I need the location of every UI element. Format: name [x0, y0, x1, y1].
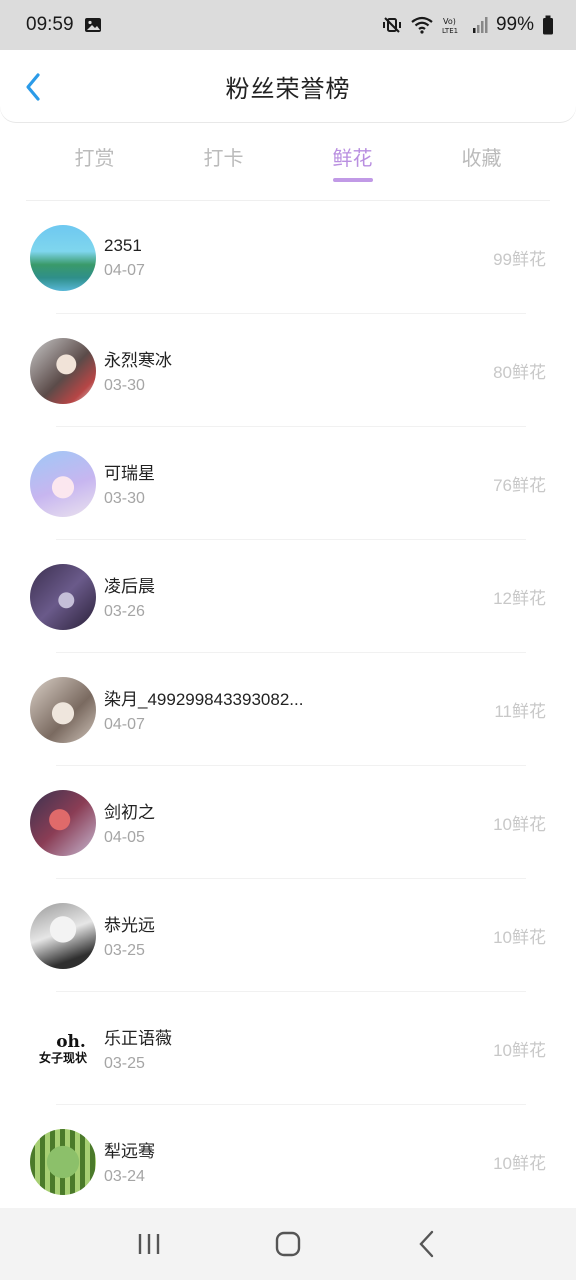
flower-count: 80鲜花	[493, 363, 546, 382]
fan-list: 2351 04-07 99鲜花 永烈寒冰 03-30 80鲜花 可瑞星 03-3…	[0, 201, 576, 1218]
tab-favorites[interactable]: 收藏	[417, 128, 546, 188]
tab-flowers[interactable]: 鲜花	[288, 128, 417, 188]
item-info: 乐正语薇 03-25	[104, 1024, 172, 1073]
avatar[interactable]	[30, 676, 96, 743]
item-info: 凌后晨 03-26	[104, 572, 155, 621]
item-info: 永烈寒冰 03-30	[104, 346, 172, 395]
back-button[interactable]	[18, 72, 48, 102]
list-item[interactable]: 犁远骞 03-24 10鲜花	[0, 1105, 576, 1218]
list-item[interactable]: 永烈寒冰 03-30 80鲜花	[0, 314, 576, 427]
avatar[interactable]	[30, 337, 96, 404]
mute-vibrate-icon	[382, 17, 401, 33]
flower-count: 10鲜花	[493, 1154, 546, 1173]
flower-count: 10鲜花	[493, 928, 546, 947]
item-date: 03-30	[104, 377, 145, 394]
signal-icon	[472, 17, 488, 33]
user-name: 犁远骞	[104, 1142, 155, 1161]
user-name: 凌后晨	[104, 577, 155, 596]
avatar[interactable]	[30, 1128, 96, 1195]
user-name: 永烈寒冰	[104, 351, 172, 370]
navigation-bar	[0, 1208, 576, 1280]
avatar-text: oh.	[56, 1031, 86, 1052]
avatar[interactable]	[30, 224, 96, 291]
item-date: 04-05	[104, 829, 145, 846]
avatar[interactable]	[30, 789, 96, 856]
item-date: 03-25	[104, 942, 145, 959]
battery-icon	[543, 15, 553, 35]
list-item[interactable]: 可瑞星 03-30 76鲜花	[0, 427, 576, 540]
svg-text:LTE1: LTE1	[442, 27, 458, 35]
header: 粉丝荣誉榜	[0, 50, 576, 122]
wifi-icon	[411, 16, 433, 34]
list-item[interactable]: oh. 女子现状 乐正语薇 03-25 10鲜花	[0, 992, 576, 1105]
item-date: 04-07	[104, 261, 145, 279]
item-info: 染月_499299843393082... 04-07	[104, 685, 303, 734]
item-info: 剑初之 04-05	[104, 798, 155, 847]
item-info: 可瑞星 03-30	[104, 459, 155, 508]
status-time: 09:59	[26, 14, 74, 35]
flower-count: 12鲜花	[493, 589, 546, 608]
list-item[interactable]: 恭光远 03-25 10鲜花	[0, 879, 576, 992]
avatar[interactable]: oh. 女子现状	[30, 1015, 96, 1082]
recent-apps-icon	[139, 1234, 160, 1254]
item-date: 04-07	[104, 716, 145, 733]
flower-count: 11鲜花	[494, 702, 546, 721]
user-name: 可瑞星	[104, 464, 155, 483]
flower-count: 10鲜花	[493, 815, 546, 834]
volte-icon: Vo) LTE1	[442, 17, 458, 35]
list-item[interactable]: 凌后晨 03-26 12鲜花	[0, 540, 576, 653]
item-info: 犁远骞 03-24	[104, 1137, 155, 1186]
home-button[interactable]	[258, 1214, 318, 1274]
home-icon	[275, 1231, 301, 1257]
user-name: 染月_499299843393082...	[104, 690, 304, 709]
avatar[interactable]	[30, 902, 96, 969]
item-info: 2351 04-07	[104, 236, 145, 280]
item-date: 03-25	[104, 1055, 145, 1072]
page-title: 粉丝荣誉榜	[225, 75, 351, 103]
tab-checkin[interactable]: 打卡	[159, 128, 288, 188]
svg-text:Vo): Vo)	[443, 17, 456, 26]
tab-reward[interactable]: 打赏	[30, 128, 159, 188]
flower-count: 10鲜花	[493, 1041, 546, 1060]
flower-count: 99鲜花	[493, 250, 546, 269]
item-date: 03-30	[104, 490, 145, 507]
status-bar: 09:59 Vo) LTE1 99%	[0, 0, 576, 50]
battery-percent: 99%	[495, 14, 534, 35]
user-name: 乐正语薇	[104, 1029, 172, 1048]
avatar[interactable]	[30, 450, 96, 517]
back-icon	[419, 1230, 433, 1258]
item-info: 恭光远 03-25	[104, 911, 155, 960]
recent-apps-button[interactable]	[119, 1214, 179, 1274]
user-name: 剑初之	[104, 803, 155, 822]
flower-count: 76鲜花	[493, 476, 546, 495]
user-name: 2351	[104, 235, 142, 255]
item-date: 03-24	[104, 1168, 145, 1185]
gallery-icon	[84, 18, 101, 32]
avatar-text: 女子现状	[38, 1050, 87, 1065]
tab-bar: 打赏 打卡 鲜花 收藏	[0, 128, 576, 188]
chevron-left-icon	[26, 73, 40, 101]
avatar[interactable]	[30, 563, 96, 630]
list-item[interactable]: 2351 04-07 99鲜花	[0, 201, 576, 314]
list-item[interactable]: 染月_499299843393082... 04-07 11鲜花	[0, 653, 576, 766]
user-name: 恭光远	[104, 916, 155, 935]
status-icons: Vo) LTE1 99%	[382, 14, 554, 36]
list-item[interactable]: 剑初之 04-05 10鲜花	[0, 766, 576, 879]
nav-back-button[interactable]	[397, 1214, 457, 1274]
item-date: 03-26	[104, 603, 145, 620]
